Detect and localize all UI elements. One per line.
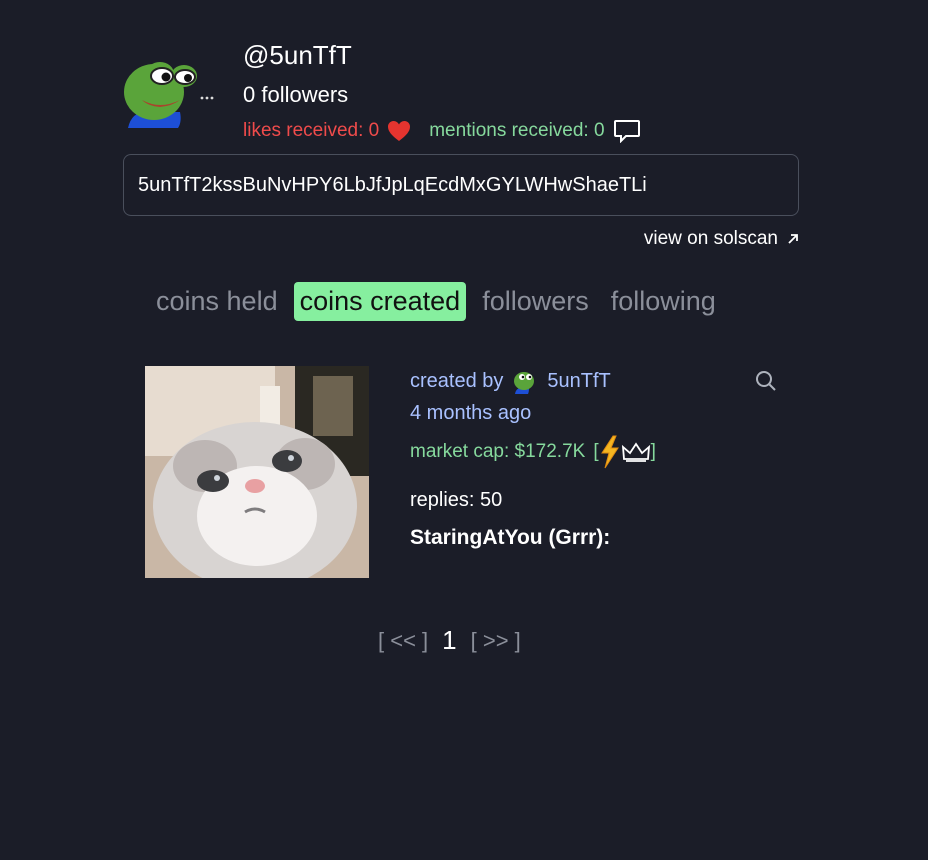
creator-link[interactable]: 5unTfT [547, 370, 610, 393]
coin-name[interactable]: StaringAtYou (Grrr): [410, 526, 656, 550]
lightning-icon [600, 435, 619, 469]
solscan-link-label: view on solscan [643, 228, 778, 249]
crown-icon [621, 442, 650, 462]
replies-count: replies: 50 [410, 489, 503, 511]
tab-following[interactable]: following [605, 282, 722, 321]
coin-info: created by 5unTfT 4 months ago market ca… [410, 366, 656, 550]
likes-received: likes received: 0 [243, 120, 411, 142]
likes-received-label: likes received: 0 [243, 120, 380, 141]
wallet-address-field[interactable]: 5unTfT2kssBuNvHPY6LbJfJpLqEcdMxGYLWHwSha… [123, 154, 799, 216]
tab-followers[interactable]: followers [476, 282, 595, 321]
prev-page-button[interactable]: [ << ] [378, 628, 428, 654]
coin-image[interactable] [145, 366, 369, 578]
wallet-address: 5unTfT2kssBuNvHPY6LbJfJpLqEcdMxGYLWHwSha… [138, 173, 647, 196]
created-by-label: created by [410, 369, 504, 392]
tab-coins-created[interactable]: coins created [293, 282, 467, 321]
solscan-link[interactable]: view on solscan [644, 228, 800, 250]
profile-stats: likes received: 0 mentions received: 0 [243, 119, 641, 143]
username: @5unTfT [243, 40, 352, 70]
mentions-received-label: mentions received: 0 [429, 120, 605, 141]
pagination: [ << ] 1 [ >> ] [378, 625, 521, 656]
coin-age: 4 months ago [410, 402, 532, 424]
speech-bubble-icon [613, 120, 640, 143]
creator-avatar [514, 372, 535, 394]
created-by-row: created by 5unTfT [410, 366, 656, 396]
external-link-icon [788, 234, 798, 244]
market-cap-row: market cap: $172.7K [ ] [410, 435, 656, 469]
mentions-received: mentions received: 0 [429, 119, 640, 143]
market-cap: market cap: $172.7K [410, 441, 586, 462]
tab-coins-held[interactable]: coins held [150, 282, 284, 321]
search-icon[interactable] [754, 369, 778, 393]
followers-count: 0 followers [243, 82, 349, 107]
profile-tabs: coins held coins created followers follo… [150, 282, 732, 321]
profile-avatar [120, 50, 216, 130]
current-page: 1 [442, 625, 457, 655]
heart-icon [388, 121, 411, 141]
next-page-button[interactable]: [ >> ] [471, 628, 521, 654]
